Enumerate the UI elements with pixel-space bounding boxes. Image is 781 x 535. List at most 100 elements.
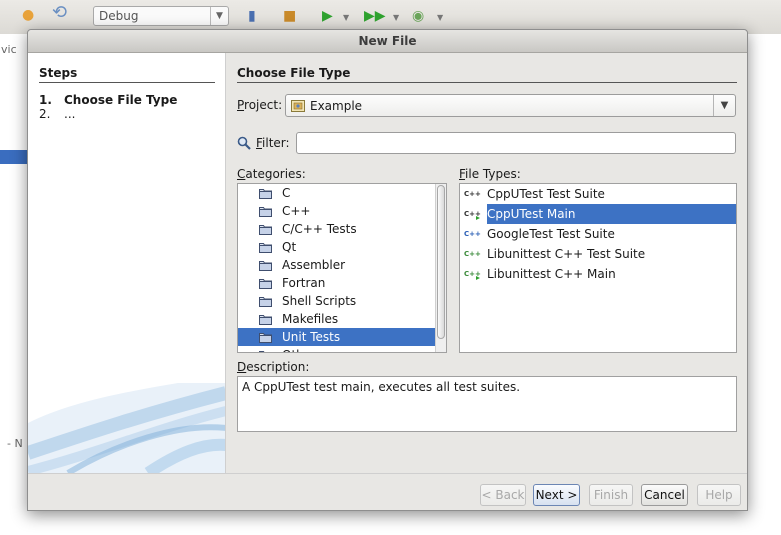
- ide-profile-icon[interactable]: ◉: [412, 9, 424, 23]
- folder-icon: [259, 207, 272, 217]
- back-button[interactable]: < Back: [480, 484, 526, 506]
- file-type-label: CppUTest Main: [487, 204, 736, 224]
- category-item[interactable]: C++: [238, 202, 435, 220]
- ide-clean-build-icon[interactable]: ■: [283, 9, 296, 23]
- filter-label: Filter:: [256, 136, 290, 150]
- cpp-main-icon: C++: [464, 210, 481, 220]
- ide-redo-icon[interactable]: ⟲: [52, 4, 67, 22]
- cancel-button[interactable]: Cancel: [641, 484, 688, 506]
- step-1: 1. Choose File Type: [39, 93, 177, 107]
- categories-scroll-thumb[interactable]: [437, 185, 445, 339]
- file-types-list[interactable]: C++ CppUTest Test Suite C++ CppUTest Main C+…: [459, 183, 737, 353]
- cpp-green-icon: C++: [464, 250, 481, 258]
- file-type-label: Libunittest C++ Main: [487, 267, 616, 281]
- ide-debug-icon[interactable]: ▶▶: [364, 9, 386, 23]
- folder-icon: [259, 351, 265, 352]
- file-type-label: CppUTest Test Suite: [487, 187, 605, 201]
- cpp-dark-icon: C++: [464, 190, 481, 198]
- categories-scrollbar[interactable]: [435, 184, 446, 352]
- svg-text:C++: C++: [464, 230, 481, 238]
- ide-debug-dropdown-icon[interactable]: ▼: [393, 11, 399, 25]
- ide-config-combo[interactable]: Debug ▼: [93, 6, 229, 26]
- category-label: C: [282, 186, 291, 200]
- svg-text:C++: C++: [464, 190, 481, 198]
- description-label-mnemonic: D: [237, 360, 247, 374]
- category-label: Shell Scripts: [282, 294, 357, 308]
- folder-icon: [259, 333, 272, 343]
- ide-side-text-top: vic: [1, 43, 17, 56]
- category-item[interactable]: Qt: [238, 238, 435, 256]
- category-label: Qt: [282, 240, 297, 254]
- main-header: Choose File Type: [237, 66, 737, 83]
- folder-icon: [259, 261, 272, 271]
- steps-panel: Steps 1. Choose File Type 2....: [28, 53, 226, 473]
- description-label: Description:: [237, 360, 309, 374]
- category-item[interactable]: Fortran: [238, 274, 435, 292]
- file-type-label: GoogleTest Test Suite: [487, 227, 615, 241]
- ide-side-text-bottom: - N: [7, 437, 23, 450]
- folder-icon: [259, 279, 272, 289]
- categories-list[interactable]: C C++ C/C++ Tests Qt Assembler Fortran Shell S…: [237, 183, 447, 353]
- project-combo[interactable]: Example ▼: [285, 94, 736, 117]
- ide-selected-row: [0, 150, 27, 164]
- cpp-green-main-icon: C++: [464, 270, 481, 280]
- file-type-item[interactable]: C++ Libunittest C++ Main: [460, 264, 736, 284]
- category-label: Unit Tests: [282, 330, 341, 344]
- finish-button[interactable]: Finish: [589, 484, 633, 506]
- step-label: Choose File Type: [64, 93, 178, 107]
- chevron-down-icon[interactable]: ▼: [713, 95, 735, 116]
- file-type-item[interactable]: C++ Libunittest C++ Test Suite: [460, 244, 736, 264]
- file-type-item[interactable]: C++ GoogleTest Test Suite: [460, 224, 736, 244]
- ide-run-dropdown-icon[interactable]: ▼: [343, 11, 349, 25]
- description-label-text: escription:: [246, 360, 310, 374]
- step-number: 2.: [39, 107, 51, 121]
- file-type-label: Libunittest C++ Test Suite: [487, 247, 646, 261]
- categories-label-text: ategories:: [245, 167, 306, 181]
- cpp-blue-icon: C++: [464, 230, 481, 238]
- category-label: Fortran: [282, 276, 326, 290]
- project-value: Example: [310, 99, 363, 113]
- filter-label-text: ilter:: [262, 136, 290, 150]
- category-item[interactable]: Assembler: [238, 256, 435, 274]
- categories-label: Categories:: [237, 167, 306, 181]
- ide-profile-dropdown-icon[interactable]: ▼: [437, 11, 443, 25]
- folder-icon: [259, 297, 272, 307]
- project-label-text: roject:: [244, 98, 283, 112]
- svg-text:C++: C++: [464, 270, 481, 278]
- step-label: ...: [64, 107, 76, 121]
- next-button[interactable]: Next >: [533, 484, 580, 506]
- steps-header: Steps: [39, 66, 215, 83]
- svg-text:C++: C++: [464, 210, 481, 218]
- description-text: A CppUTest test main, executes all test …: [237, 376, 737, 432]
- category-item[interactable]: C/C++ Tests: [238, 220, 435, 238]
- folder-icon: [259, 225, 272, 235]
- ide-run-icon[interactable]: ▶: [322, 9, 333, 23]
- category-label: C++: [282, 204, 311, 218]
- category-item[interactable]: Shell Scripts: [238, 292, 435, 310]
- project-label: Project:: [237, 98, 282, 112]
- step-2: 2....: [39, 107, 75, 121]
- folder-icon: [259, 315, 272, 325]
- category-item[interactable]: Makefiles: [238, 310, 435, 328]
- button-bar: < Back Next > Finish Cancel Help: [28, 473, 747, 510]
- help-button[interactable]: Help: [697, 484, 741, 506]
- project-label-mnemonic: P: [237, 98, 245, 112]
- file-types-label-text: ile Types:: [465, 167, 521, 181]
- chevron-down-icon: ▼: [210, 7, 228, 25]
- ide-build-icon[interactable]: ▮: [248, 9, 256, 23]
- file-type-item[interactable]: C++ CppUTest Test Suite: [460, 184, 736, 204]
- ide-config-text: Debug: [99, 9, 139, 23]
- dialog-title: New File: [28, 30, 747, 53]
- folder-icon: [259, 189, 272, 199]
- category-item[interactable]: C: [238, 184, 435, 202]
- search-icon: [237, 136, 251, 150]
- category-item[interactable]: Other: [238, 346, 435, 352]
- folder-icon: [259, 243, 272, 253]
- svg-text:C++: C++: [464, 250, 481, 258]
- wizard-decoration-graphic: [28, 383, 225, 473]
- file-type-item[interactable]: C++ CppUTest Main: [460, 204, 736, 224]
- category-item[interactable]: Unit Tests: [238, 328, 435, 346]
- project-icon: [291, 100, 305, 112]
- ide-undo-icon[interactable]: ●: [22, 8, 34, 22]
- filter-input[interactable]: [296, 132, 736, 154]
